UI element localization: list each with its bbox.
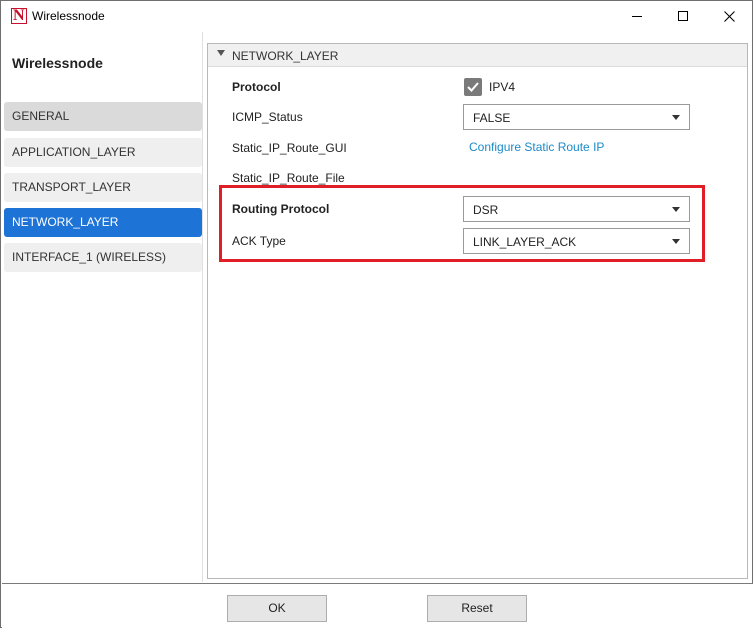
section-title: NETWORK_LAYER <box>232 49 339 63</box>
close-icon <box>723 10 735 22</box>
icmp-status-dropdown[interactable]: FALSE <box>463 104 690 130</box>
maximize-button[interactable] <box>660 1 706 31</box>
reset-button[interactable]: Reset <box>427 595 527 622</box>
static-ip-route-gui-label: Static_IP_Route_GUI <box>232 141 347 155</box>
minimize-button[interactable] <box>614 1 660 31</box>
ipv4-label: IPV4 <box>489 80 516 94</box>
dialog-window: N Wirelessnode Wirelessnode GENERAL APPL… <box>0 0 753 628</box>
icmp-status-value: FALSE <box>473 111 511 125</box>
sidebar: Wirelessnode GENERAL APPLICATION_LAYER T… <box>2 32 203 582</box>
sidebar-item-transport-layer[interactable]: TRANSPORT_LAYER <box>4 173 202 202</box>
netsim-logo-icon: N <box>11 7 27 24</box>
ipv4-checkbox[interactable] <box>464 78 482 96</box>
ok-button[interactable]: OK <box>227 595 327 622</box>
minimize-icon <box>632 15 642 17</box>
section-header[interactable]: NETWORK_LAYER <box>208 44 747 67</box>
icmp-status-label: ICMP_Status <box>232 110 303 124</box>
sidebar-item-application-layer[interactable]: APPLICATION_LAYER <box>4 138 202 167</box>
maximize-icon <box>678 11 688 21</box>
button-bar: OK Reset <box>2 583 753 628</box>
sidebar-item-general[interactable]: GENERAL <box>4 102 202 131</box>
sidebar-item-interface-1-wireless[interactable]: INTERFACE_1 (WIRELESS) <box>4 243 202 272</box>
collapse-arrow-icon[interactable] <box>217 50 225 56</box>
sidebar-item-network-layer[interactable]: NETWORK_LAYER <box>4 208 202 237</box>
close-button[interactable] <box>706 1 752 31</box>
title-bar: N Wirelessnode <box>1 1 752 31</box>
protocol-label: Protocol <box>232 80 281 94</box>
highlight-annotation-box <box>219 185 705 262</box>
node-title: Wirelessnode <box>12 55 103 71</box>
properties-panel: NETWORK_LAYER Protocol IPV4 ICMP_Status … <box>207 43 748 579</box>
configure-static-route-link[interactable]: Configure Static Route IP <box>469 140 604 154</box>
chevron-down-icon <box>672 115 680 120</box>
static-ip-route-file-label: Static_IP_Route_File <box>232 171 345 185</box>
checkmark-icon <box>467 82 479 92</box>
window-title: Wirelessnode <box>32 9 105 23</box>
